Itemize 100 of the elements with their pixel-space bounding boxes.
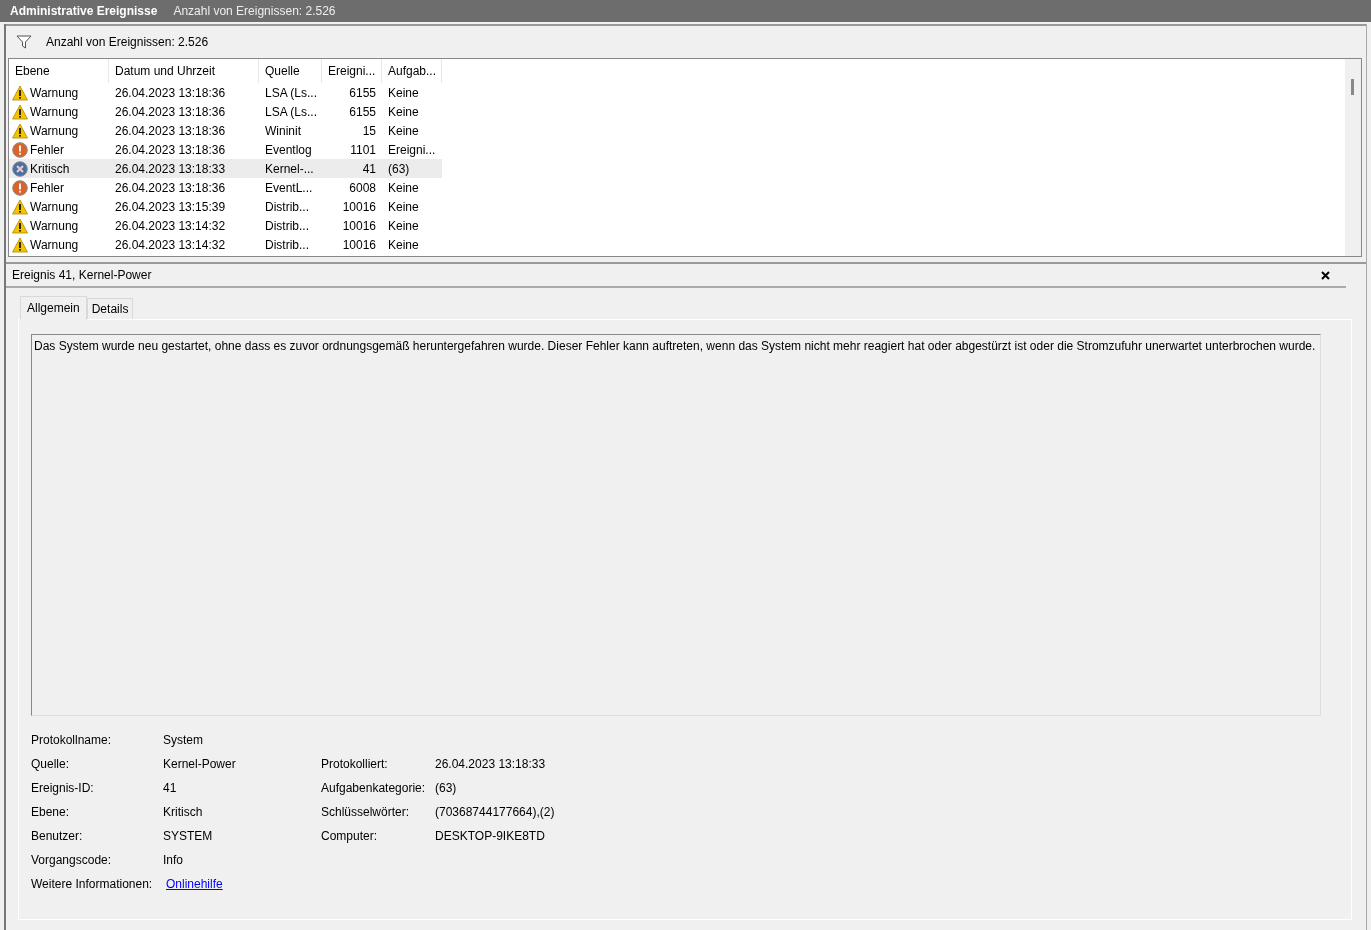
event-id-text: 6155 — [349, 104, 376, 119]
column-header[interactable]: Ebene — [9, 59, 109, 83]
task-text: Keine — [388, 123, 419, 138]
task-text: Keine — [388, 237, 419, 252]
event-id-text: 10016 — [342, 237, 376, 252]
event-row[interactable]: Warnung 26.04.2023 13:14:32 Distrib... 10016 Keine — [9, 216, 442, 235]
level-text: Warnung — [30, 123, 79, 138]
warning-icon — [12, 84, 28, 101]
field-value: DESKTOP-9IKE8TD — [435, 829, 546, 843]
field-value: Kernel-Power — [163, 757, 237, 771]
description-box: Das System wurde neu gestartet, ohne dass es zuvor ordnungsgemäß heruntergefahren wurde. Dieser Fehler kann auftreten, wenn das System nicht mehr reagiert hat oder abgestürzt ist oder die Stromzufuhr unerwartet unterbrochen wurde. — [31, 334, 1321, 716]
event-row[interactable]: Warnung 26.04.2023 13:14:32 Distrib... 10016 Keine — [9, 235, 442, 254]
field-label: Ebene: — [31, 805, 71, 819]
field-label: Protokollname: — [31, 733, 113, 747]
task-text: Keine — [388, 199, 419, 214]
warning-icon — [12, 198, 28, 215]
source-text: Distrib... — [265, 199, 309, 214]
warning-icon — [12, 103, 28, 120]
source-text: Wininit — [265, 123, 301, 138]
level-text: Warnung — [30, 85, 79, 100]
event-id-text: 1101 — [350, 142, 376, 157]
date-text: 26.04.2023 13:18:36 — [115, 180, 226, 195]
event-row[interactable]: Warnung 26.04.2023 13:15:39 Distrib... 10016 Keine — [9, 197, 442, 216]
task-text: Keine — [388, 104, 419, 119]
task-text: (63) — [388, 161, 410, 176]
field-value: Info — [163, 853, 184, 867]
source-text: Kernel-... — [265, 161, 314, 176]
close-icon[interactable] — [1321, 270, 1330, 280]
tab[interactable]: Allgemein — [20, 296, 87, 320]
event-id-text: 10016 — [342, 199, 376, 214]
warning-icon — [12, 236, 28, 253]
field-value: 26.04.2023 13:18:33 — [435, 757, 547, 771]
window-title: Administrative Ereignisse — [10, 4, 158, 18]
field-value: (70368744177664),(2) — [435, 805, 556, 819]
filter-icon[interactable] — [16, 35, 32, 49]
field-value: (63) — [435, 781, 458, 795]
level-text: Warnung — [30, 104, 79, 119]
source-text: Eventlog — [265, 142, 312, 157]
source-text: LSA (Ls... — [265, 104, 318, 119]
date-text: 26.04.2023 13:18:36 — [115, 104, 226, 119]
field-label: Quelle: — [31, 757, 71, 771]
source-text: Distrib... — [265, 237, 309, 252]
event-count: Anzahl von Ereignissen: 2.526 — [46, 35, 209, 49]
event-id-text: 15 — [362, 123, 376, 138]
field-value: 41 — [163, 781, 178, 795]
scrollbar[interactable] — [1345, 59, 1361, 256]
date-text: 26.04.2023 13:18:33 — [115, 161, 226, 176]
event-count: Anzahl von Ereignissen: 2.526 — [173, 4, 336, 18]
event-id-text: 10016 — [342, 218, 376, 233]
column-header[interactable]: Aufgab... — [382, 59, 442, 83]
level-text: Warnung — [30, 218, 79, 233]
date-text: 26.04.2023 13:18:36 — [115, 142, 226, 157]
warning-icon — [12, 122, 28, 139]
field-label: Computer: — [321, 829, 379, 843]
field-label: Protokolliert: — [321, 757, 389, 771]
error-icon — [12, 141, 28, 158]
field-value: System — [163, 733, 204, 747]
event-row[interactable]: Warnung 26.04.2023 13:18:36 LSA (Ls... 6155 Keine — [9, 83, 442, 102]
event-row[interactable]: Fehler 26.04.2023 13:18:36 Eventlog 1101 Ereigni... — [9, 140, 442, 159]
warning-icon — [12, 217, 28, 234]
column-header[interactable]: Quelle — [259, 59, 322, 83]
event-row[interactable]: Fehler 26.04.2023 13:18:36 EventL... 6008 Keine — [9, 178, 442, 197]
source-text: EventL... — [265, 180, 313, 195]
help-link[interactable]: Onlinehilfe — [166, 877, 223, 891]
task-text: Keine — [388, 218, 419, 233]
tab[interactable]: Details — [86, 298, 134, 319]
field-label: Benutzer: — [31, 829, 84, 843]
date-text: 26.04.2023 13:18:36 — [115, 85, 226, 100]
event-id-text: 6155 — [349, 85, 376, 100]
level-text: Warnung — [30, 199, 79, 214]
event-id-text: 6008 — [349, 180, 376, 195]
field-value: Kritisch — [163, 805, 204, 819]
task-text: Keine — [388, 85, 419, 100]
column-header[interactable]: Datum und Uhrzeit — [109, 59, 259, 83]
level-text: Warnung — [30, 237, 79, 252]
scroll-thumb[interactable] — [1351, 79, 1354, 95]
event-id-text: 41 — [362, 161, 376, 176]
source-text: Distrib... — [265, 218, 309, 233]
event-row[interactable]: Kritisch 26.04.2023 13:18:33 Kernel-... 41 (63) — [9, 159, 442, 178]
field-label: Ereignis-ID: — [31, 781, 95, 795]
event-row[interactable]: Warnung 26.04.2023 13:18:36 Wininit 15 Keine — [9, 121, 442, 140]
event-row[interactable]: Warnung 26.04.2023 13:18:36 LSA (Ls... 6155 Keine — [9, 102, 442, 121]
level-text: Kritisch — [30, 161, 70, 176]
level-text: Fehler — [30, 180, 64, 195]
critical-icon — [12, 160, 28, 177]
field-label: Vorgangscode: — [31, 853, 113, 867]
field-label: Aufgabenkategorie: — [321, 781, 427, 795]
date-text: 26.04.2023 13:15:39 — [115, 199, 226, 214]
task-text: Keine — [388, 180, 419, 195]
task-text: Ereigni... — [388, 142, 436, 157]
date-text: 26.04.2023 13:18:36 — [115, 123, 226, 138]
column-header[interactable]: Ereigni... — [322, 59, 382, 83]
level-text: Fehler — [30, 142, 64, 157]
detail-title: Ereignis 41, Kernel-Power — [12, 268, 152, 282]
error-icon — [12, 179, 28, 196]
date-text: 26.04.2023 13:14:32 — [115, 218, 226, 233]
field-label: Weitere Informationen: — [31, 877, 154, 891]
field-value: SYSTEM — [163, 829, 214, 843]
source-text: LSA (Ls... — [265, 85, 318, 100]
date-text: 26.04.2023 13:14:32 — [115, 237, 226, 252]
